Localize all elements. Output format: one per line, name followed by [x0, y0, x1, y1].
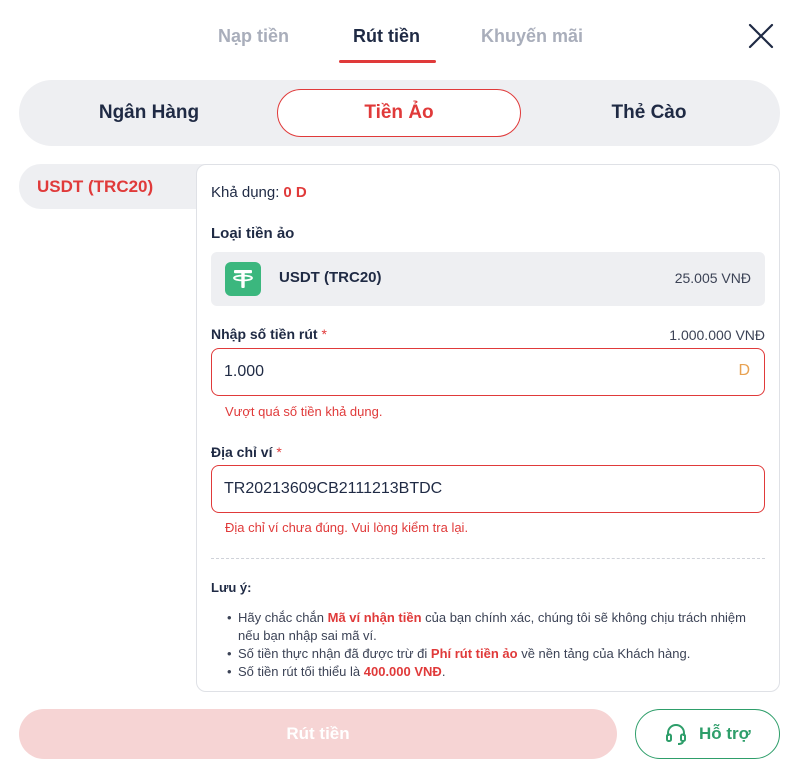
coin-rate: 25.005 VNĐ [674, 270, 751, 286]
note-highlight: Mã ví nhận tiền [327, 610, 422, 625]
headset-icon [664, 722, 688, 746]
divider [211, 558, 765, 559]
available-label: Khả dụng: [211, 184, 280, 201]
note-item: Số tiền rút tối thiểu là 400.000 VNĐ. [211, 663, 767, 681]
segment-bank[interactable]: Ngân Hàng [69, 89, 229, 137]
note-text: . [441, 664, 446, 679]
close-button[interactable] [744, 19, 778, 53]
wallet-error: Địa chỉ ví chưa đúng. Vui lòng kiểm tra … [225, 520, 469, 535]
close-icon [748, 23, 774, 49]
note-text: Hãy chắc chắn [238, 610, 328, 625]
segment-crypto[interactable]: Tiền Ảo [277, 89, 521, 137]
amount-error: Vượt quá số tiền khả dụng. [225, 404, 383, 419]
amount-field[interactable]: D [211, 348, 765, 396]
tether-icon [225, 262, 261, 296]
required-mark: * [276, 444, 282, 460]
available-balance: Khả dụng: 0 D [211, 184, 307, 201]
active-tab-indicator [339, 60, 436, 63]
tab-promotion[interactable]: Khuyến mãi [481, 26, 583, 47]
available-value: 0 D [283, 184, 307, 201]
support-button[interactable]: Hỗ trợ [635, 709, 780, 759]
withdraw-submit-button[interactable]: Rút tiền [19, 709, 617, 759]
coin-list-item-usdt[interactable]: USDT (TRC20) [19, 164, 209, 209]
top-tabs: Nạp tiền Rút tiền Khuyến mãi [0, 0, 800, 70]
note-text: Số tiền rút tối thiểu là [238, 664, 364, 679]
coin-selector[interactable]: USDT (TRC20) 25.005 VNĐ [211, 252, 765, 306]
currency-suffix: D [738, 362, 750, 379]
wallet-label-text: Địa chỉ ví [211, 444, 273, 460]
method-segmented-control: Ngân Hàng Tiền Ảo Thẻ Cào [19, 80, 780, 146]
note-highlight: 400.000 VNĐ [363, 664, 442, 679]
wallet-field[interactable] [211, 465, 765, 513]
wallet-label: Địa chỉ ví * [211, 444, 282, 460]
note-text: về nền tảng của Khách hàng. [517, 646, 691, 661]
wallet-address-input[interactable] [224, 466, 724, 511]
coin-name: USDT (TRC20) [279, 269, 382, 286]
amount-input[interactable] [224, 349, 724, 394]
max-amount-hint: 1.000.000 VNĐ [669, 327, 765, 343]
tab-deposit[interactable]: Nạp tiền [218, 26, 289, 47]
withdraw-form-panel: Khả dụng: 0 D Loại tiền ảo USDT (TRC20) 2… [196, 164, 780, 692]
note-item: Số tiền thực nhận đã được trừ đi Phí rút… [211, 645, 767, 663]
notes-list: Hãy chắc chắn Mã ví nhận tiền của bạn ch… [211, 609, 767, 681]
segment-card[interactable]: Thẻ Cào [569, 89, 729, 137]
amount-label: Nhập số tiền rút * [211, 326, 327, 342]
coin-type-title: Loại tiền ảo [211, 225, 295, 242]
required-mark: * [321, 326, 327, 342]
support-label: Hỗ trợ [699, 724, 751, 743]
note-item: Hãy chắc chắn Mã ví nhận tiền của bạn ch… [211, 609, 767, 645]
amount-label-text: Nhập số tiền rút [211, 326, 318, 342]
tab-withdraw[interactable]: Rút tiền [353, 26, 420, 47]
note-text: Số tiền thực nhận đã được trừ đi [238, 646, 431, 661]
note-highlight: Phí rút tiền ảo [430, 646, 518, 661]
notes-title: Lưu ý: [211, 580, 252, 595]
